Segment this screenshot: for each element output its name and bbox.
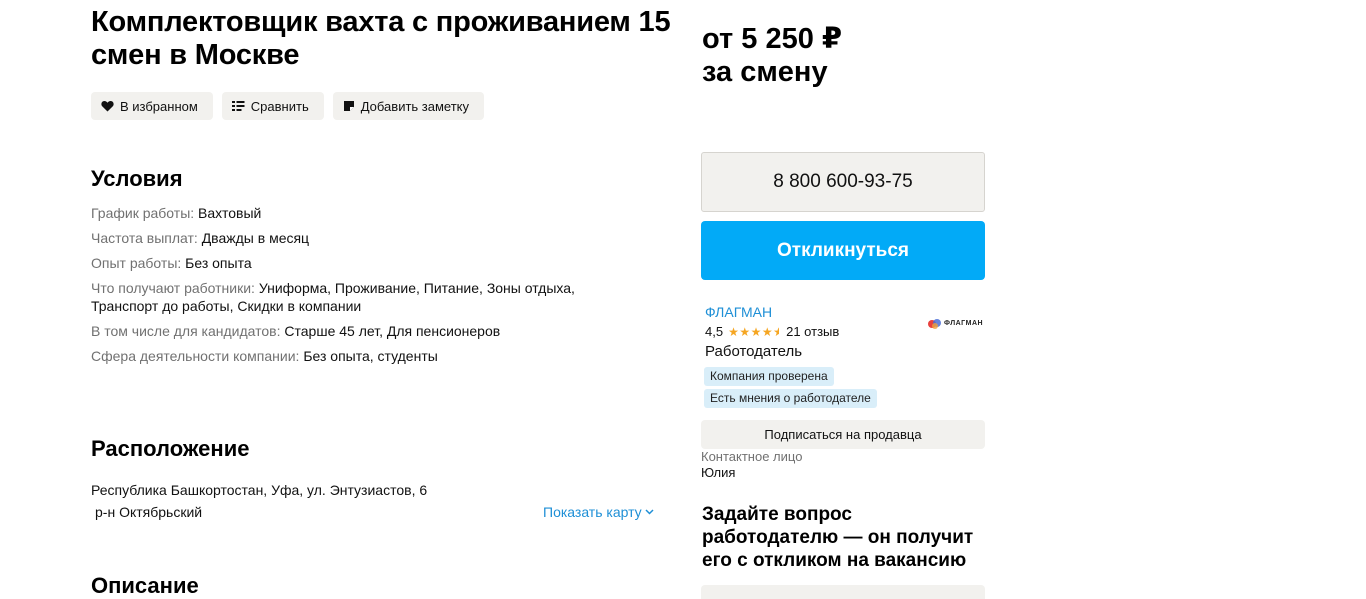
- verified-badge: Компания проверена: [704, 367, 834, 386]
- note-icon: [343, 101, 354, 111]
- company-rating: 4,5 ★★★★★ 21 отзыв: [705, 323, 839, 341]
- condition-value: Дважды в месяц: [201, 230, 310, 246]
- add-note-label: Добавить заметку: [360, 98, 470, 114]
- compare-label: Сравнить: [250, 98, 309, 114]
- compare-icon: [231, 101, 245, 111]
- conditions-heading: Условия: [91, 166, 183, 191]
- conditions-list: График работы: Вахтовый Частота выплат: …: [91, 204, 631, 372]
- address-text: Республика Башкортостан, Уфа, ул. Энтузи…: [91, 482, 428, 498]
- condition-key: В том числе для кандидатов:: [91, 323, 281, 339]
- condition-row: Сфера деятельности компании: Без опыта, …: [91, 347, 631, 365]
- condition-row: В том числе для кандидатов: Старше 45 ле…: [91, 322, 631, 340]
- contact-name: Юлия: [701, 465, 736, 480]
- chevron-down-icon: [645, 509, 654, 515]
- employer-type: Работодатель: [705, 343, 803, 360]
- condition-value: Старше 45 лет, Для пенсионеров: [284, 323, 501, 339]
- condition-value: Без опыта, студенты: [303, 348, 438, 364]
- favorite-label: В избранном: [120, 98, 198, 114]
- salary-period: за смену: [702, 56, 828, 88]
- location-address-block: Республика Башкортостан, Уфа, ул. Энтузи…: [91, 479, 427, 523]
- condition-row: Что получают работники: Униформа, Прожив…: [91, 279, 611, 315]
- condition-row: График работы: Вахтовый: [91, 204, 631, 222]
- salary-amount: от 5 250 ₽: [702, 23, 843, 55]
- condition-key: Опыт работы:: [91, 255, 182, 271]
- phone-button[interactable]: 8 800 600-93-75: [701, 152, 985, 212]
- condition-value: Вахтовый: [198, 205, 262, 221]
- favorite-button[interactable]: В избранном: [91, 92, 213, 120]
- rating-stars-icon: ★★★★★: [728, 325, 780, 339]
- condition-key: Частота выплат:: [91, 230, 198, 246]
- condition-key: Что получают работники:: [91, 280, 255, 296]
- vacancy-title: Комплектовщик вахта с проживанием 15 сме…: [91, 6, 671, 71]
- salary: от 5 250 ₽ за смену: [702, 23, 842, 89]
- description-heading: Описание: [91, 573, 199, 598]
- compare-button[interactable]: Сравнить: [221, 92, 324, 120]
- location-heading: Расположение: [91, 436, 250, 461]
- respond-button[interactable]: Откликнуться: [701, 221, 985, 280]
- question-input[interactable]: [701, 585, 985, 599]
- show-map-link[interactable]: Показать карту: [543, 501, 654, 523]
- condition-row: Частота выплат: Дважды в месяц: [91, 229, 631, 247]
- reviews-link[interactable]: 21 отзыв: [786, 323, 839, 341]
- rating-value: 4,5: [705, 324, 724, 339]
- condition-value: Без опыта: [185, 255, 252, 271]
- logo-wordmark: ФЛАГМАН: [944, 319, 984, 327]
- company-name-link[interactable]: ФЛАГМАН: [705, 303, 772, 321]
- company-logo: ФЛАГМАН: [928, 317, 983, 329]
- subscribe-button[interactable]: Подписаться на продавца: [701, 420, 985, 449]
- condition-key: Сфера деятельности компании:: [91, 348, 300, 364]
- heart-icon: [101, 101, 114, 112]
- show-map-label: Показать карту: [543, 504, 642, 520]
- vacancy-actions: В избранном Сравнить Добавить заметку: [91, 92, 485, 120]
- condition-key: График работы:: [91, 205, 195, 221]
- contact-label: Контактное лицо: [701, 449, 803, 464]
- district-text: р-н Октябрьский: [95, 504, 203, 520]
- condition-row: Опыт работы: Без опыта: [91, 254, 631, 272]
- flag-logo-icon: [928, 317, 942, 329]
- opinions-badge[interactable]: Есть мнения о работодателе: [704, 389, 877, 408]
- ask-question-heading: Задайте вопрос работодателю — он получит…: [702, 504, 974, 571]
- add-note-button[interactable]: Добавить заметку: [332, 92, 485, 120]
